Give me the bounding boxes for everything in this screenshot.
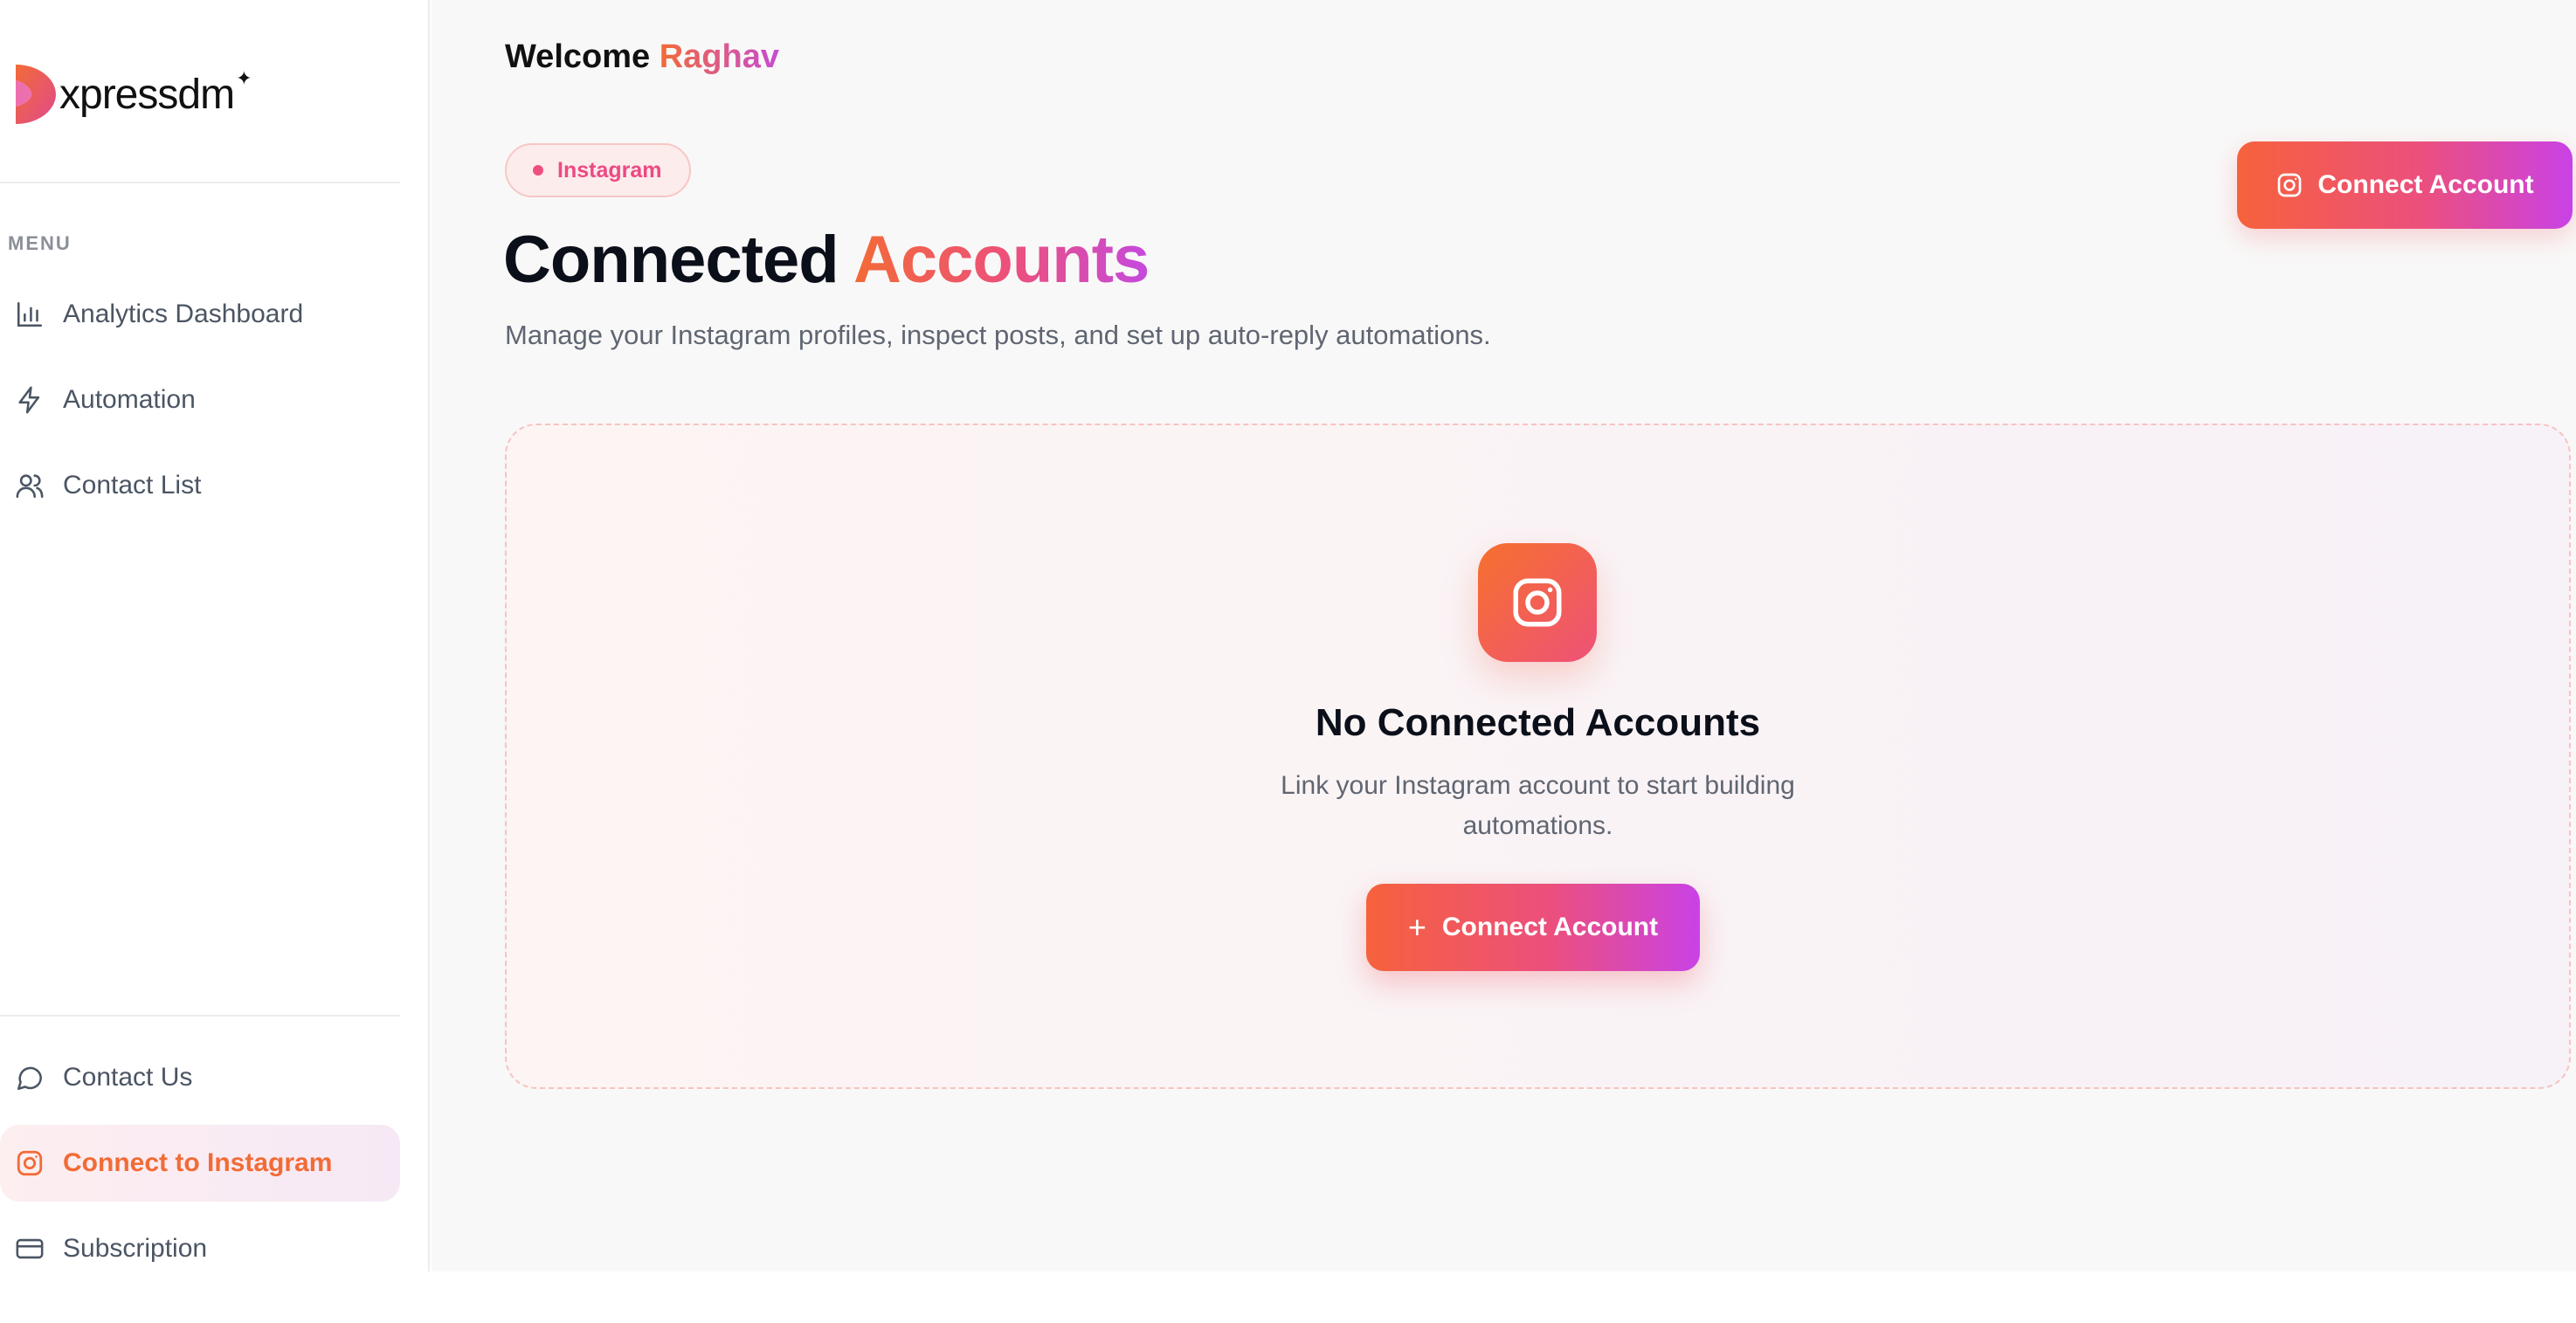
page-title-part1: Connected — [503, 223, 839, 297]
empty-state-title: No Connected Accounts — [1315, 701, 1761, 744]
page-title: Connected Accounts — [503, 222, 1150, 298]
sidebar-item-label: Contact Us — [63, 1063, 193, 1092]
sidebar-item-analytics-dashboard[interactable]: Analytics Dashboard — [0, 276, 400, 353]
sparkle-icon: ✦ — [236, 67, 252, 89]
brand-name: xpressdm — [59, 71, 235, 118]
chat-bubble-icon — [12, 1060, 47, 1095]
sidebar-item-label: Analytics Dashboard — [63, 300, 304, 328]
plus-icon: + — [1407, 909, 1426, 945]
sidebar-item-automation[interactable]: Automation — [0, 362, 400, 438]
platform-badge: Instagram — [505, 143, 692, 197]
welcome-text: Welcome — [505, 38, 651, 75]
brand-logo[interactable]: xpressdm ✦ — [12, 61, 252, 127]
lightning-icon — [12, 382, 47, 417]
page-subtitle: Manage your Instagram profiles, inspect … — [505, 320, 1491, 350]
sidebar-item-contact-list[interactable]: Contact List — [0, 447, 400, 524]
empty-state-description: Link your Instagram account to start bui… — [507, 766, 2569, 846]
menu-section-label: MENU — [8, 232, 72, 254]
welcome-heading: Welcome Raghav — [505, 38, 779, 76]
users-icon — [12, 468, 47, 503]
sidebar-item-label: Automation — [63, 385, 196, 414]
sidebar-item-label: Subscription — [63, 1234, 208, 1263]
sidebar-divider — [0, 182, 400, 183]
status-dot-icon — [533, 165, 543, 176]
empty-state-card: No Connected Accounts Link your Instagra… — [505, 424, 2571, 1089]
connect-account-button[interactable]: Connect Account — [2237, 141, 2573, 229]
connect-account-button-label: Connect Account — [2317, 170, 2534, 199]
connect-account-cta-label: Connect Account — [1441, 913, 1659, 941]
page-title-part2: Accounts — [853, 223, 1150, 297]
instagram-logo-icon — [1478, 543, 1597, 662]
empty-state-desc-line2: automations. — [1462, 811, 1613, 840]
user-name: Raghav — [659, 38, 779, 75]
connect-account-cta-button[interactable]: + Connect Account — [1366, 884, 1700, 971]
bar-chart-icon — [12, 297, 47, 332]
sidebar-item-label: Connect to Instagram — [63, 1148, 333, 1177]
sidebar-divider — [0, 1015, 400, 1016]
logo-mark-icon — [16, 65, 56, 124]
sidebar-item-connect-to-instagram[interactable]: Connect to Instagram — [0, 1125, 400, 1202]
sidebar: xpressdm ✦ MENU Analytics Dashboard Auto… — [0, 0, 430, 1271]
main-content: Welcome Raghav Instagram Connected Accou… — [432, 0, 2576, 1271]
sidebar-item-label: Contact List — [63, 471, 202, 500]
instagram-icon — [12, 1146, 47, 1181]
sidebar-item-contact-us[interactable]: Contact Us — [0, 1039, 400, 1116]
instagram-icon — [2278, 173, 2302, 197]
app-root: xpressdm ✦ MENU Analytics Dashboard Auto… — [0, 0, 2576, 1323]
platform-badge-label: Instagram — [557, 157, 662, 183]
page-bottom-area — [0, 1271, 2576, 1323]
empty-state-desc-line1: Link your Instagram account to start bui… — [1281, 771, 1795, 800]
credit-card-icon — [12, 1231, 47, 1266]
